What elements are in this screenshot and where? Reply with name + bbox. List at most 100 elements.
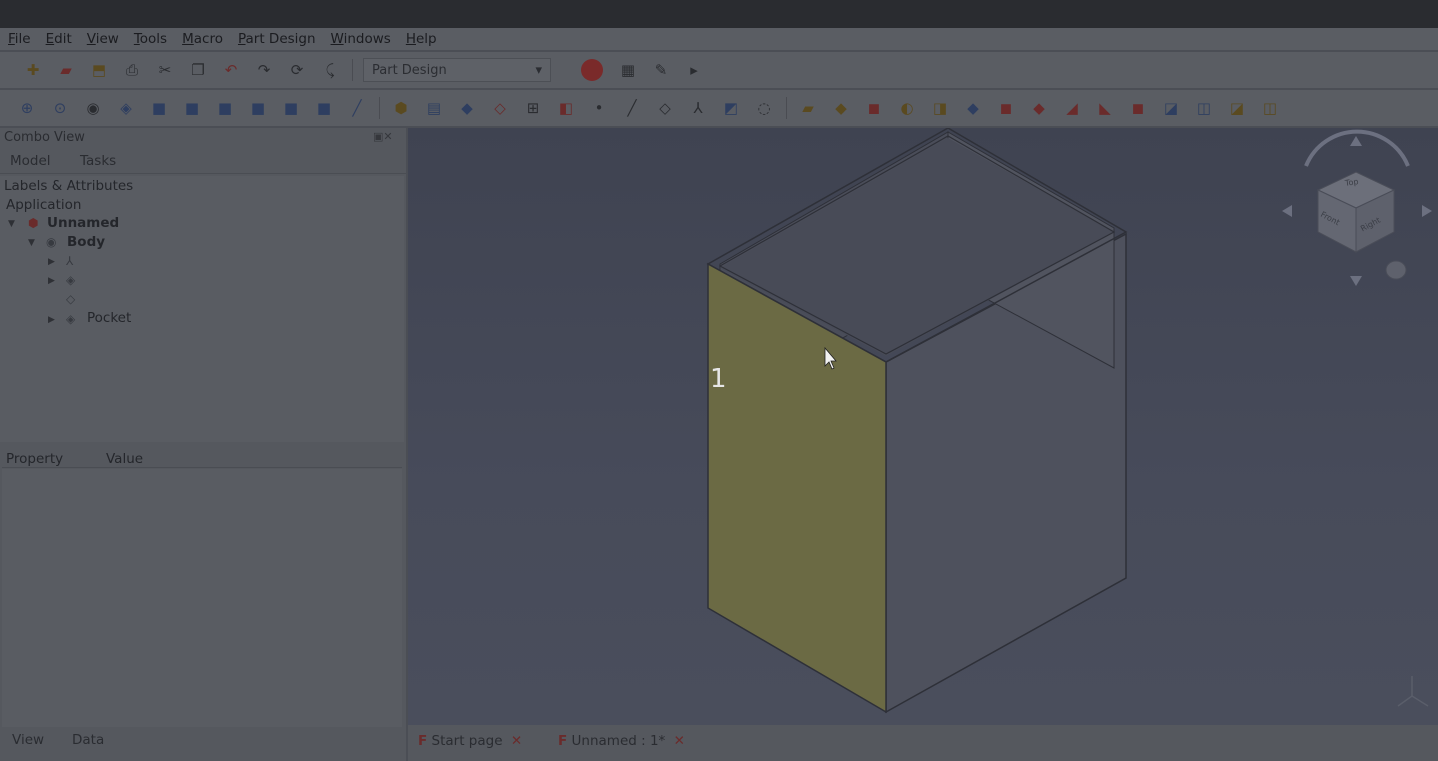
expand-arrow-icon[interactable]: ▼ (28, 238, 35, 248)
copy-icon[interactable]: ❐ (187, 59, 209, 81)
pad-icon[interactable]: ◩ (720, 97, 742, 119)
datum-line-icon[interactable]: ╱ (621, 97, 643, 119)
record-macro-icon[interactable] (581, 59, 603, 81)
datum-point-icon[interactable]: • (588, 97, 610, 119)
undo-icon[interactable]: ↶ (220, 59, 242, 81)
menu-view[interactable]: View (87, 31, 119, 47)
menu-file[interactable]: File (8, 31, 31, 47)
tree-item-document[interactable]: Unnamed (47, 215, 119, 231)
workbench-selector[interactable]: Part Design ▾ (363, 58, 551, 82)
panel-float-close-icon[interactable]: ▣✕ (373, 130, 393, 143)
cut-icon[interactable]: ✂ (154, 59, 176, 81)
freecad-icon: F (558, 733, 568, 749)
freecad-icon: F (418, 733, 428, 749)
pocket-feature-icon: ◈ (66, 312, 76, 326)
expand-arrow-icon[interactable]: ▶ (48, 315, 55, 325)
property-table-header: Property Value (2, 450, 402, 468)
pocket-icon[interactable]: ◼ (863, 97, 885, 119)
view-and-partdesign-toolbar: ⊕ ⊙ ◉ ◈ ■ ■ ■ ■ ■ ■ ╱ ⬢ ▤ ◆ ◇ ⊞ ◧ • ╱ ◇ … (0, 90, 1438, 126)
whats-this-icon[interactable]: ⤹ (319, 59, 341, 81)
application-header: Application (6, 197, 82, 213)
tree-item-body[interactable]: Body (67, 234, 105, 250)
subtractive-loft-icon[interactable]: ◆ (962, 97, 984, 119)
rotate-arc-icon[interactable] (1304, 129, 1410, 167)
tab-tasks[interactable]: Tasks (80, 153, 116, 169)
validate-sketch-icon[interactable]: ◆ (456, 97, 478, 119)
macros-icon[interactable]: ▦ (617, 59, 639, 81)
print-icon[interactable]: ⎙ (121, 59, 143, 81)
subshape-binder-icon[interactable]: ◧ (555, 97, 577, 119)
fit-all-icon[interactable]: ⊕ (16, 97, 38, 119)
tab-unnamed-document[interactable]: F Unnamed : 1* ✕ (558, 733, 685, 749)
value-column-header: Value (106, 451, 144, 467)
multi-transform-icon[interactable]: ◫ (1259, 97, 1281, 119)
view-rear-icon[interactable]: ■ (247, 97, 269, 119)
tab-start-page[interactable]: F Start page ✕ (418, 733, 522, 749)
edit-macro-icon[interactable]: ✎ (650, 59, 672, 81)
chamfer-icon[interactable]: ◣ (1094, 97, 1116, 119)
arrow-left-icon[interactable] (1282, 205, 1292, 217)
polar-pattern-icon[interactable]: ◪ (1226, 97, 1248, 119)
new-document-icon[interactable]: ✚ (22, 59, 44, 81)
combo-view-title: Combo View (4, 130, 85, 145)
revolution-icon[interactable]: ◌ (753, 97, 775, 119)
open-folder-icon[interactable]: ▰ (55, 59, 77, 81)
expand-arrow-icon[interactable]: ▶ (48, 276, 55, 286)
tab-data[interactable]: Data (72, 732, 104, 748)
property-table (2, 469, 402, 727)
view-left-icon[interactable]: ■ (313, 97, 335, 119)
view-top-icon[interactable]: ■ (181, 97, 203, 119)
additive-loft-icon[interactable]: ▰ (797, 97, 819, 119)
combo-view-panel: Combo View ▣✕ Model Tasks Labels & Attri… (0, 128, 406, 761)
arrow-down-icon[interactable] (1350, 276, 1362, 286)
linear-pattern-icon[interactable]: ◫ (1193, 97, 1215, 119)
view-right-icon[interactable]: ■ (214, 97, 236, 119)
fillet-icon[interactable]: ◢ (1061, 97, 1083, 119)
draw-style-icon[interactable]: ◉ (82, 97, 104, 119)
execute-macro-icon[interactable]: ▸ (683, 59, 705, 81)
shape-binder-icon[interactable]: ◇ (489, 97, 511, 119)
menu-windows[interactable]: Windows (331, 31, 391, 47)
3d-viewport[interactable]: 1 Top Front Right (408, 128, 1438, 725)
local-coordinate-system-icon[interactable]: ⅄ (687, 97, 709, 119)
view-front-icon[interactable]: ■ (148, 97, 170, 119)
arrow-up-icon[interactable] (1350, 136, 1362, 146)
subtractive-helix-icon[interactable]: ◆ (1028, 97, 1050, 119)
save-icon[interactable]: ⬒ (88, 59, 110, 81)
tree-item-pocket[interactable]: Pocket (87, 310, 131, 326)
redo-icon[interactable]: ↷ (253, 59, 275, 81)
menu-help[interactable]: Help (406, 31, 437, 47)
hole-icon[interactable]: ◐ (896, 97, 918, 119)
expand-arrow-icon[interactable]: ▶ (48, 257, 55, 267)
arrow-right-icon[interactable] (1422, 205, 1432, 217)
close-icon[interactable]: ✕ (674, 733, 685, 749)
fit-selection-icon[interactable]: ⊙ (49, 97, 71, 119)
mirrored-icon[interactable]: ◪ (1160, 97, 1182, 119)
toolbar-separator (379, 97, 380, 119)
menu-tools[interactable]: Tools (134, 31, 167, 47)
refresh-icon[interactable]: ⟳ (286, 59, 308, 81)
menu-edit[interactable]: Edit (46, 31, 72, 47)
workbench-selector-label: Part Design (372, 62, 447, 78)
datum-plane-icon[interactable]: ◇ (654, 97, 676, 119)
file-toolbar: ✚ ▰ ⬒ ⎙ ✂ ❐ ↶ ↷ ⟳ ⤹ Part Design ▾ ▦ ✎ ▸ (0, 52, 1438, 88)
measure-icon[interactable]: ╱ (346, 97, 368, 119)
expand-arrow-icon[interactable]: ▼ (8, 219, 15, 229)
tab-view[interactable]: View (12, 732, 44, 748)
view-bottom-icon[interactable]: ■ (280, 97, 302, 119)
create-body-icon[interactable]: ⬢ (390, 97, 412, 119)
draft-icon[interactable]: ◼ (1127, 97, 1149, 119)
menu-part-design[interactable]: Part Design (238, 31, 316, 47)
tab-model[interactable]: Model (10, 153, 51, 169)
close-icon[interactable]: ✕ (511, 733, 522, 749)
clone-icon[interactable]: ⊞ (522, 97, 544, 119)
subtractive-pipe-icon[interactable]: ◼ (995, 97, 1017, 119)
groove-icon[interactable]: ◨ (929, 97, 951, 119)
additive-pipe-icon[interactable]: ◆ (830, 97, 852, 119)
menu-macro[interactable]: Macro (182, 31, 223, 47)
create-sketch-icon[interactable]: ▤ (423, 97, 445, 119)
menu-bar: File Edit View Tools Macro Part Design W… (0, 28, 1438, 50)
axonometric-view-icon[interactable]: ◈ (115, 97, 137, 119)
navigation-cube[interactable] (1282, 129, 1432, 286)
view-menu-icon[interactable] (1385, 260, 1407, 280)
